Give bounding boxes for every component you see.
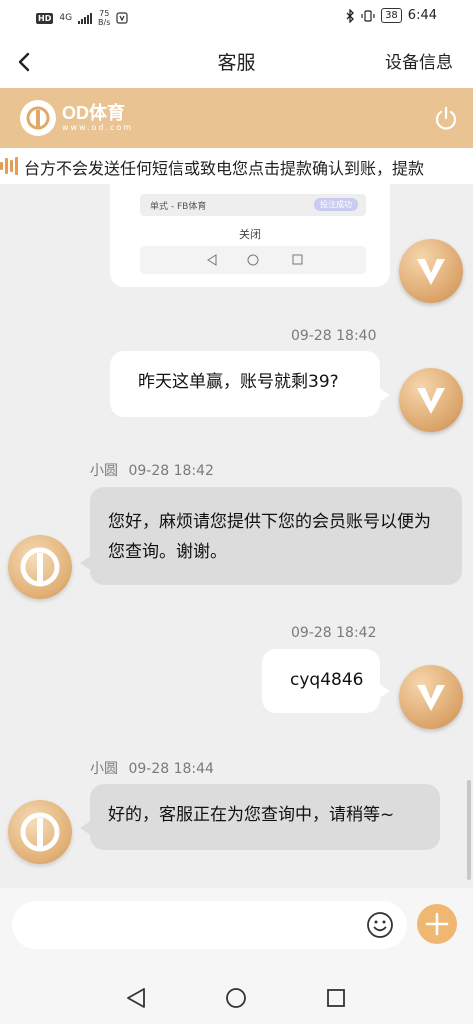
- user-avatar[interactable]: [399, 239, 463, 303]
- bluetooth-icon: [346, 8, 354, 23]
- incoming-message[interactable]: 您好，麻烦请您提供下您的会员账号以便为您查询。谢谢。: [80, 487, 462, 585]
- message-text: 您好，麻烦请您提供下您的会员账号以便为您查询。谢谢。: [108, 512, 431, 562]
- message-sender-time: 小圆 09-28 18:42: [90, 460, 214, 480]
- image-nav-bar: [140, 246, 366, 274]
- input-bar: [0, 888, 473, 970]
- smiley-icon[interactable]: [365, 910, 395, 940]
- image-close-label: 关闭: [239, 228, 261, 241]
- brand-logo: OD体育 www.od.com: [20, 100, 133, 136]
- user-avatar[interactable]: [399, 665, 463, 729]
- image-row-status: 投注成功: [314, 198, 358, 211]
- status-right: 38 6:44: [345, 8, 437, 23]
- message-timestamp: 09-28 18:42: [128, 463, 214, 479]
- message-timestamp: 09-28 18:44: [128, 761, 214, 777]
- nav-header: 客服 设备信息: [0, 36, 473, 88]
- sound-wave-icon: [0, 156, 18, 176]
- circle-home-icon[interactable]: [222, 984, 250, 1012]
- plus-icon: [425, 912, 449, 936]
- hd-badge: HD: [36, 12, 54, 24]
- status-bar: HD 4G 75 B/s 38 6:44: [0, 0, 473, 36]
- message-sender-time: 小圆 09-28 18:44: [90, 758, 214, 778]
- battery-indicator: 38: [381, 8, 402, 23]
- square-recent-icon[interactable]: [322, 984, 350, 1012]
- message-timestamp: 09-28 18:42: [291, 625, 377, 641]
- system-nav-bar: [0, 970, 473, 1024]
- net-speed-unit: B/s: [98, 18, 111, 27]
- agent-avatar[interactable]: [8, 535, 72, 599]
- outgoing-message[interactable]: cyq4846: [262, 649, 390, 713]
- brand-url: www.od.com: [62, 123, 134, 132]
- user-avatar[interactable]: [399, 368, 463, 432]
- message-text: 好的，客服正在为您查询中，请稍等~: [108, 805, 395, 825]
- notice-text: 台方不会发送任何短信或致电您点击提款确认到账，提款: [24, 159, 425, 178]
- power-icon[interactable]: [433, 106, 459, 132]
- clock: 6:44: [407, 8, 437, 23]
- brand-bar: OD体育 www.od.com: [0, 88, 473, 148]
- image-message-row: 单式 - FB体育 投注成功: [140, 194, 366, 216]
- status-left: HD 4G 75 B/s: [36, 9, 129, 27]
- app-notification-icon: [116, 12, 129, 24]
- message-input[interactable]: [12, 901, 407, 949]
- chat-scrollbar[interactable]: [467, 780, 471, 880]
- net-speed-value: 75: [99, 9, 110, 18]
- image-row-label: 单式 - FB体育: [150, 202, 207, 212]
- brand-text: OD体育 www.od.com: [62, 103, 133, 133]
- triangle-back-icon[interactable]: [122, 984, 150, 1012]
- message-timestamp: 09-28 18:40: [291, 328, 377, 344]
- network-type: 4G: [59, 13, 73, 23]
- agent-avatar[interactable]: [8, 800, 72, 864]
- od-logo-icon: [20, 100, 56, 136]
- notice-marquee: 台方不会发送任何短信或致电您点击提款确认到账，提款: [0, 148, 473, 184]
- message-text: cyq4846: [290, 670, 364, 690]
- sender-name: 小圆: [90, 463, 118, 479]
- outgoing-message[interactable]: 昨天这单赢，账号就剩39?: [110, 351, 390, 417]
- device-info-button[interactable]: 设备信息: [385, 48, 453, 73]
- plus-button[interactable]: [417, 904, 457, 944]
- signal-icon: [78, 12, 93, 24]
- vibrate-icon: [361, 9, 375, 22]
- image-message[interactable]: 单式 - FB体育 投注成功 关闭: [110, 184, 390, 287]
- sender-name: 小圆: [90, 761, 118, 777]
- chat-area[interactable]: 单式 - FB体育 投注成功 关闭 09-28 18:40 昨天这单赢，账号就剩…: [0, 184, 473, 888]
- net-speed: 75 B/s: [98, 9, 110, 27]
- message-text: 昨天这单赢，账号就剩39?: [138, 372, 339, 392]
- back-icon[interactable]: [10, 46, 42, 78]
- brand-name: OD体育: [62, 103, 125, 123]
- incoming-message[interactable]: 好的，客服正在为您查询中，请稍等~: [80, 784, 440, 850]
